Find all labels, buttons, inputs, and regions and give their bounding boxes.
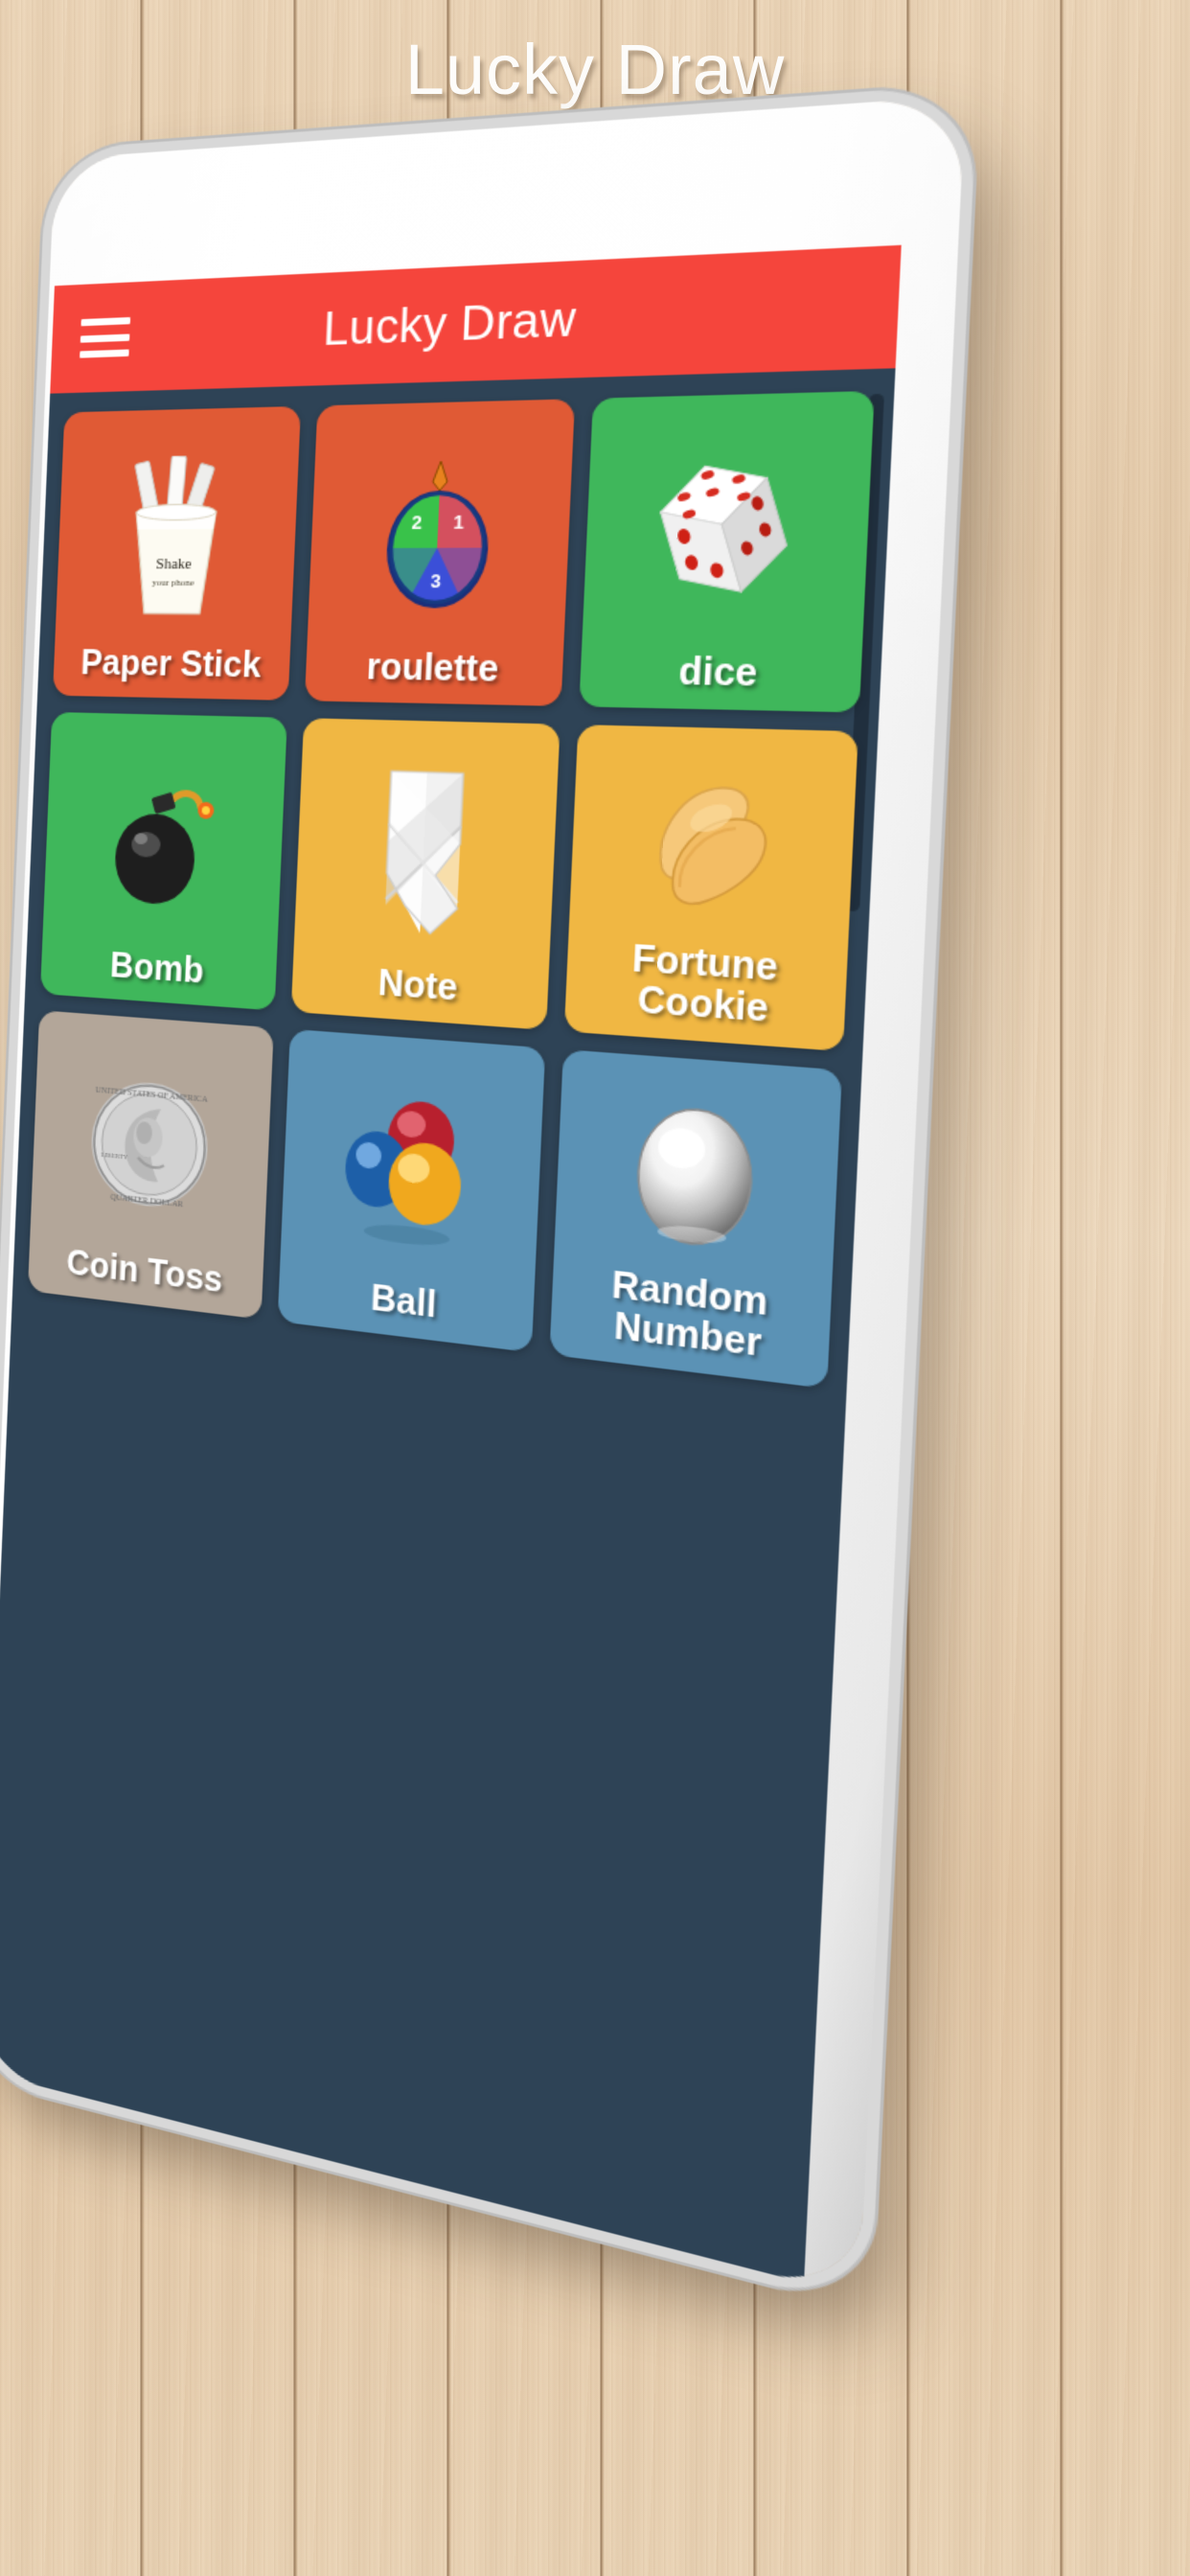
three-balls-icon xyxy=(288,1052,536,1291)
tile-fortune-cookie[interactable]: Fortune Cookie xyxy=(564,724,858,1051)
fortune-cookie-icon xyxy=(578,748,847,945)
roulette-segment-2: 2 xyxy=(411,511,423,532)
cup-text-line1: Shake xyxy=(156,555,193,571)
tile-label: Bomb xyxy=(109,948,204,992)
roulette-segment-3: 3 xyxy=(430,569,442,590)
tile-label: Note xyxy=(378,964,459,1009)
tile-paper-stick[interactable]: Shake your phone Paper Stick xyxy=(53,406,301,701)
silver-ball-icon xyxy=(563,1074,832,1282)
phone-screen: Lucky Draw Shake your phone Paper Stick … xyxy=(0,245,902,2283)
cup-text-line2: your phone xyxy=(152,577,195,587)
tile-coin-toss[interactable]: UNITED STATES OF AMERICA QUARTER DOLLAR … xyxy=(28,1010,274,1320)
tile-label: roulette xyxy=(365,649,499,690)
phone-body: Lucky Draw Shake your phone Paper Stick … xyxy=(0,96,966,2297)
tile-label: Ball xyxy=(370,1279,437,1326)
tile-ball[interactable]: Ball xyxy=(278,1029,546,1353)
folded-note-icon xyxy=(302,741,550,968)
phone-mockup: Lucky Draw Shake your phone Paper Stick … xyxy=(75,190,669,1531)
tile-dice[interactable]: dice xyxy=(579,391,874,713)
app-content: Shake your phone Paper Stick 1 2 3 roule… xyxy=(0,368,896,2283)
tile-label: Paper Stick xyxy=(80,645,262,686)
tile-grid: Shake your phone Paper Stick 1 2 3 roule… xyxy=(28,391,875,1389)
app-bar-title: Lucky Draw xyxy=(51,277,900,366)
tile-note[interactable]: Note xyxy=(291,718,561,1030)
tile-bomb[interactable]: Bomb xyxy=(40,712,287,1011)
tile-roulette[interactable]: 1 2 3 roulette xyxy=(305,399,575,706)
tile-random-number[interactable]: Random Number xyxy=(549,1049,842,1389)
paper-cup-sticks-icon: Shake your phone xyxy=(62,429,291,641)
tile-label: Random Number xyxy=(609,1266,769,1366)
quarter-coin-icon: UNITED STATES OF AMERICA QUARTER DOLLAR … xyxy=(37,1033,264,1260)
bomb-icon xyxy=(50,734,278,952)
promo-title: Lucky Draw xyxy=(0,34,1190,105)
roulette-wheel-icon: 1 2 3 xyxy=(315,424,564,645)
hamburger-menu-icon[interactable] xyxy=(80,317,130,358)
roulette-segment-1: 1 xyxy=(453,511,465,532)
tile-label: dice xyxy=(677,653,758,695)
tile-label: Fortune Cookie xyxy=(629,939,779,1031)
screenshot-stage: Lucky Draw Lucky Draw Lucky Draw xyxy=(0,0,1190,2576)
dice-icon xyxy=(591,416,863,648)
